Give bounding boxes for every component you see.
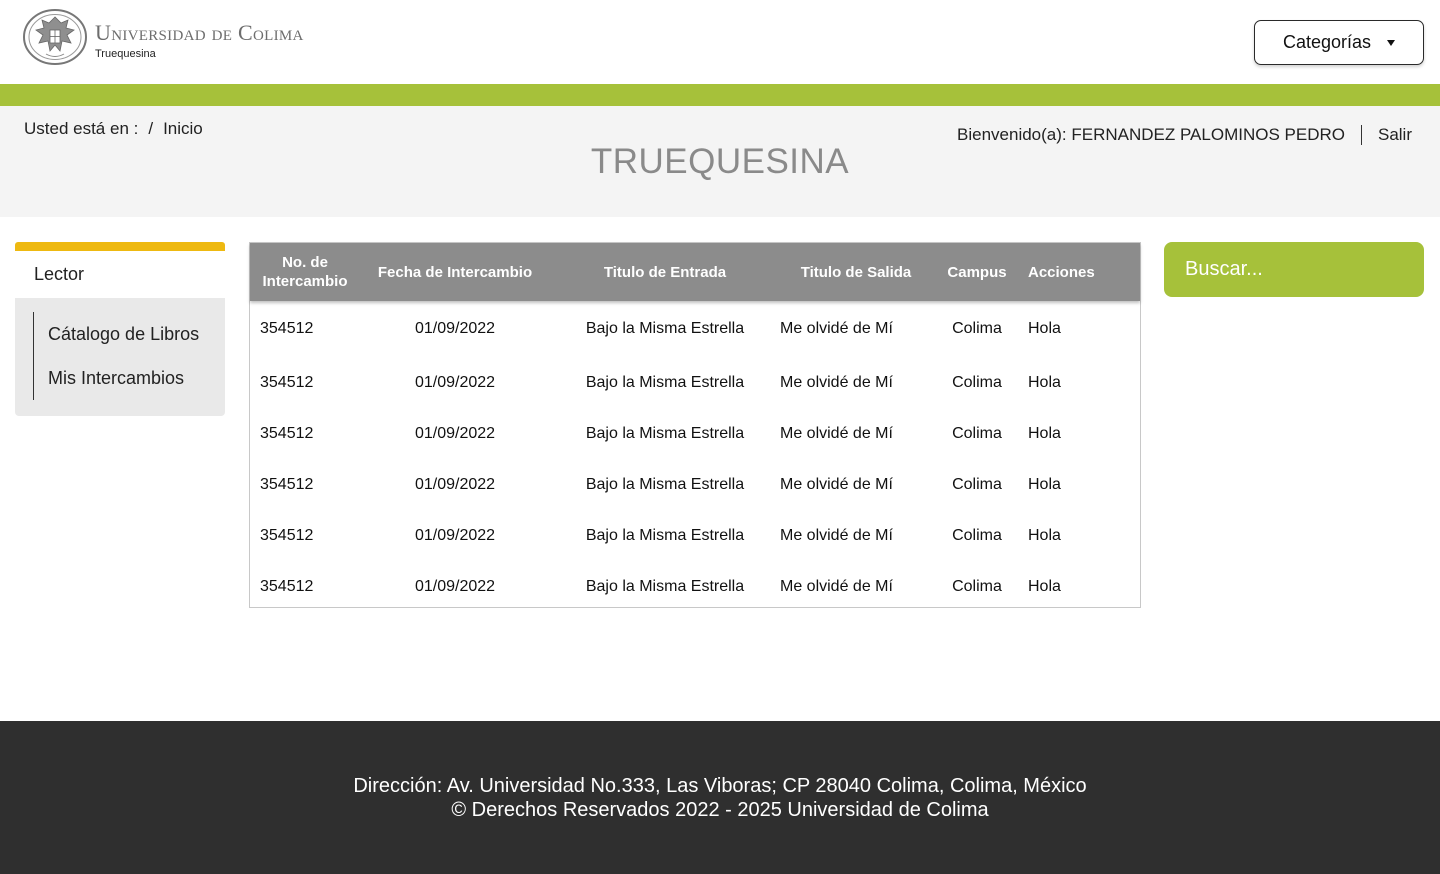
breadcrumb: Usted está en : / Inicio: [24, 119, 203, 139]
cell-entrada: Bajo la Misma Estrella: [585, 526, 745, 544]
column-header-salida[interactable]: Titulo de Salida: [780, 243, 932, 301]
cell-no: 354512: [260, 577, 314, 595]
cell-no: 354512: [260, 320, 314, 337]
breadcrumb-prefix: Usted está en :: [24, 119, 139, 138]
exchanges-table: No. de Intercambio Fecha de Intercambio …: [249, 242, 1141, 608]
cell-entrada: Bajo la Misma Estrella: [585, 373, 745, 391]
cell-salida: Me olvidé de Mí: [780, 320, 893, 337]
footer-address: Dirección: Av. Universidad No.333, Las V…: [353, 775, 1087, 797]
column-header-no[interactable]: No. de Intercambio: [250, 243, 360, 301]
column-header-entrada[interactable]: Titulo de Entrada: [550, 243, 780, 301]
cell-fecha: 01/09/2022: [414, 373, 496, 391]
breadcrumb-home-link[interactable]: Inicio: [163, 119, 203, 139]
sidebar-accent-bar: [15, 242, 225, 251]
cell-fecha: 01/09/2022: [414, 526, 496, 544]
university-name: Universidad de Colima: [95, 20, 304, 45]
footer-copyright: © Derechos Reservados 2022 - 2025 Univer…: [451, 799, 989, 821]
welcome-text: Bienvenido(a): FERNANDEZ PALOMINOS PEDRO: [957, 125, 1345, 144]
table-row[interactable]: 354512 01/09/2022 Bajo la Misma Estrella…: [250, 357, 1140, 408]
column-header-campus[interactable]: Campus: [932, 243, 1022, 301]
sidebar-item-catalogo[interactable]: Cátalogo de Libros: [48, 312, 225, 356]
header: Universidad de Colima Truequesina Catego…: [0, 0, 1440, 84]
column-header-fecha[interactable]: Fecha de Intercambio: [360, 243, 550, 301]
sidebar: Lector Cátalogo de Libros Mis Intercambi…: [15, 242, 225, 416]
cell-campus: Colima: [952, 373, 1002, 391]
logout-link[interactable]: Salir: [1378, 125, 1412, 145]
cell-campus: Colima: [952, 424, 1002, 442]
cell-entrada: Bajo la Misma Estrella: [585, 577, 745, 595]
table-row[interactable]: 354512 01/09/2022 Bajo la Misma Estrella…: [250, 510, 1140, 561]
divider: [1360, 125, 1362, 145]
cell-no: 354512: [260, 526, 314, 544]
cell-salida: Me olvidé de Mí: [780, 475, 893, 493]
cell-acciones[interactable]: Hola: [1022, 459, 1140, 510]
table-row[interactable]: 354512 01/09/2022 Bajo la Misma Estrella…: [250, 561, 1140, 612]
cell-campus: Colima: [952, 320, 1002, 337]
cell-salida: Me olvidé de Mí: [780, 373, 893, 391]
cell-campus: Colima: [952, 475, 1002, 493]
table-header-row: No. de Intercambio Fecha de Intercambio …: [250, 243, 1140, 301]
search-input[interactable]: [1164, 242, 1424, 297]
table-row[interactable]: 354512 01/09/2022 Bajo la Misma Estrella…: [250, 459, 1140, 510]
university-seal-icon: [23, 9, 87, 65]
cell-fecha: 01/09/2022: [414, 577, 496, 595]
brand-bar: [0, 84, 1440, 106]
cell-salida: Me olvidé de Mí: [780, 424, 893, 442]
site-subtitle: Truequesina: [95, 48, 156, 60]
cell-acciones[interactable]: Hola: [1022, 357, 1140, 408]
cell-acciones[interactable]: Hola: [1022, 510, 1140, 561]
cell-fecha: 01/09/2022: [414, 475, 496, 493]
column-header-acciones[interactable]: Acciones: [1022, 243, 1140, 301]
cell-fecha: 01/09/2022: [414, 424, 496, 442]
cell-salida: Me olvidé de Mí: [780, 577, 893, 595]
cell-no: 354512: [260, 424, 314, 442]
cell-salida: Me olvidé de Mí: [780, 526, 893, 544]
categories-label: Categorías: [1282, 32, 1372, 52]
cell-campus: Colima: [952, 526, 1002, 544]
cell-acciones[interactable]: Hola: [1022, 301, 1140, 357]
breadcrumb-separator: /: [148, 119, 154, 138]
cell-campus: Colima: [952, 577, 1002, 595]
sidebar-item-intercambios[interactable]: Mis Intercambios: [48, 356, 225, 400]
page-title: TRUEQUESINA: [590, 142, 850, 181]
cell-no: 354512: [260, 373, 314, 391]
table-row[interactable]: 354512 01/09/2022 Bajo la Misma Estrella…: [250, 408, 1140, 459]
cell-acciones[interactable]: Hola: [1022, 408, 1140, 459]
cell-entrada: Bajo la Misma Estrella: [585, 320, 745, 337]
caret-down-icon: [1387, 39, 1396, 46]
table-row[interactable]: 354512 01/09/2022 Bajo la Misma Estrella…: [250, 301, 1140, 357]
cell-entrada: Bajo la Misma Estrella: [585, 424, 745, 442]
cell-fecha: 01/09/2022: [414, 320, 496, 337]
footer: Dirección: Av. Universidad No.333, Las V…: [0, 721, 1440, 874]
subheader: Usted está en : / Inicio TRUEQUESINA Bie…: [0, 106, 1440, 217]
university-logo[interactable]: Universidad de Colima Truequesina: [22, 8, 304, 66]
user-welcome: Bienvenido(a): FERNANDEZ PALOMINOS PEDRO…: [957, 125, 1412, 145]
sidebar-section-title: Lector: [15, 251, 225, 298]
cell-no: 354512: [260, 475, 314, 493]
sidebar-menu: Cátalogo de Libros Mis Intercambios: [15, 298, 225, 416]
cell-acciones[interactable]: Hola: [1022, 561, 1140, 612]
cell-entrada: Bajo la Misma Estrella: [585, 475, 745, 493]
categories-dropdown[interactable]: Categorías: [1254, 20, 1424, 65]
